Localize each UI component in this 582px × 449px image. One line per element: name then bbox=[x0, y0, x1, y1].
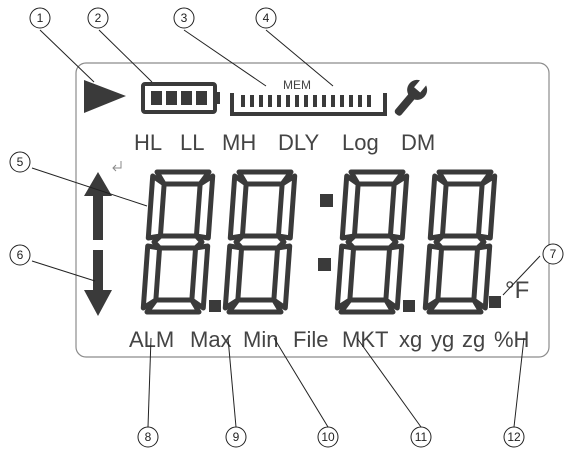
digit-4-segment-g bbox=[433, 233, 487, 251]
memory-tick bbox=[358, 95, 362, 107]
memory-tick bbox=[250, 95, 254, 107]
callout-10: 10 bbox=[317, 426, 339, 448]
digit-2-segment-f bbox=[227, 173, 249, 241]
callout-9-number: 9 bbox=[233, 430, 240, 444]
memory-tick bbox=[349, 95, 353, 107]
memory-tick bbox=[268, 95, 272, 107]
callout-1-number: 1 bbox=[37, 11, 44, 25]
digit-3-segment-c bbox=[383, 243, 405, 311]
digit-1-segment-b bbox=[193, 173, 216, 241]
digit-3-segment-e bbox=[334, 243, 357, 311]
memory-tick bbox=[286, 95, 290, 107]
leader-9 bbox=[227, 337, 237, 428]
memory-tick bbox=[313, 95, 317, 107]
digit-1-decimal-point bbox=[209, 300, 221, 312]
digit-3-segment-b bbox=[387, 173, 410, 241]
leader-1 bbox=[39, 29, 95, 83]
return-icon bbox=[112, 161, 122, 172]
memory-bar-icon bbox=[230, 93, 387, 116]
bottom-label-zg: zg bbox=[462, 327, 485, 352]
callout-3-number: 3 bbox=[181, 11, 188, 25]
bottom-labels-row: ALM Max Min File MKT xg yg zg %H bbox=[129, 327, 529, 352]
digit-4-decimal-point bbox=[489, 296, 501, 308]
leader-2 bbox=[98, 29, 153, 83]
up-arrow-icon bbox=[84, 172, 112, 240]
callout-11: 11 bbox=[410, 426, 432, 448]
mode-label-dm: DM bbox=[401, 130, 435, 155]
digit-1-segment-e bbox=[140, 243, 163, 311]
memory-tick bbox=[367, 95, 371, 107]
leader-6 bbox=[31, 260, 96, 282]
mode-label-mh: MH bbox=[222, 130, 256, 155]
callout-7: 7 bbox=[542, 243, 564, 265]
callout-2-number: 2 bbox=[95, 11, 102, 25]
mode-labels-row: HL LL MH DLY Log DM bbox=[134, 130, 435, 155]
leader-3 bbox=[183, 29, 267, 87]
lcd-diagram: MEM HL LL MH DLY Log DM °F ALM Max Min F… bbox=[9, 7, 564, 448]
bottom-label-min: Min bbox=[243, 327, 278, 352]
digit-4-segment-b bbox=[475, 173, 498, 241]
callout-6: 6 bbox=[9, 244, 31, 266]
memory-tick bbox=[331, 95, 335, 107]
digit-3-segment-f bbox=[339, 173, 361, 241]
memory-tick bbox=[340, 95, 344, 107]
callout-8: 8 bbox=[137, 426, 159, 448]
bottom-label-mkt: MKT bbox=[342, 327, 388, 352]
callout-11-number: 11 bbox=[415, 430, 428, 444]
leader-5 bbox=[31, 167, 148, 207]
memory-tick bbox=[259, 95, 263, 107]
callout-3: 3 bbox=[173, 7, 195, 29]
callout-5: 5 bbox=[9, 151, 31, 173]
digit-4-segment-c bbox=[471, 243, 493, 311]
memory-tick bbox=[295, 95, 299, 107]
callout-1: 1 bbox=[29, 7, 51, 29]
callout-10-number: 10 bbox=[321, 430, 335, 444]
memory-tick bbox=[241, 95, 245, 107]
mode-label-log: Log bbox=[342, 130, 379, 155]
digit-2-segment-c bbox=[271, 243, 293, 311]
mode-label-ll: LL bbox=[180, 130, 204, 155]
digit-2-segment-b bbox=[275, 173, 298, 241]
callout-4: 4 bbox=[255, 7, 277, 29]
bottom-label-yg: yg bbox=[431, 327, 454, 352]
digit-2-segment-g bbox=[233, 233, 287, 251]
callout-4-number: 4 bbox=[263, 11, 270, 25]
mode-label-dly: DLY bbox=[278, 130, 319, 155]
colon-separator bbox=[318, 194, 333, 271]
digit-4-segment-f bbox=[427, 173, 449, 241]
callout-9: 9 bbox=[225, 426, 247, 448]
digit-1-segment-c bbox=[189, 243, 211, 311]
mem-label: MEM bbox=[283, 78, 311, 92]
digit-3-segment-g bbox=[345, 233, 399, 251]
callout-8-number: 8 bbox=[145, 430, 152, 444]
down-arrow-icon bbox=[84, 250, 112, 316]
callout-6-number: 6 bbox=[17, 248, 24, 262]
digit-4-segment-e bbox=[422, 243, 445, 311]
callout-12-number: 12 bbox=[507, 430, 521, 444]
bottom-label-xg: xg bbox=[399, 327, 422, 352]
mode-label-hl: HL bbox=[134, 130, 162, 155]
memory-tick bbox=[322, 95, 326, 107]
digit-2-segment-e bbox=[222, 243, 245, 311]
callout-5-number: 5 bbox=[17, 155, 24, 169]
bottom-label-file: File bbox=[293, 327, 328, 352]
unit-label: °F bbox=[505, 277, 529, 304]
play-icon bbox=[84, 80, 126, 113]
bottom-label-max: Max bbox=[190, 327, 232, 352]
battery-icon bbox=[141, 82, 220, 114]
memory-tick bbox=[277, 95, 281, 107]
digit-1-segment-g bbox=[151, 233, 205, 251]
memory-tick bbox=[304, 95, 308, 107]
callout-12: 12 bbox=[503, 426, 525, 448]
digit-3-decimal-point bbox=[403, 300, 415, 312]
seven-segment-digits bbox=[140, 169, 501, 315]
callout-7-number: 7 bbox=[550, 247, 557, 261]
wrench-icon bbox=[394, 78, 428, 116]
digit-1-segment-f bbox=[145, 173, 167, 241]
callout-2: 2 bbox=[87, 7, 109, 29]
bottom-label-alm: ALM bbox=[129, 327, 174, 352]
